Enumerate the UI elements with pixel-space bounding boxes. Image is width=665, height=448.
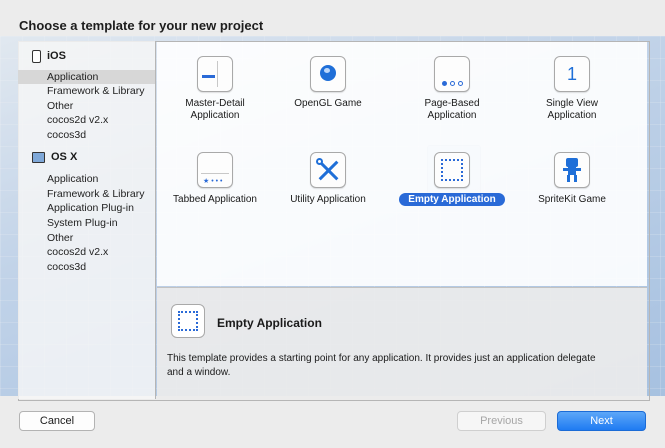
sidebar-section-ios[interactable]: iOS xyxy=(32,47,66,65)
tabbed-icon: ★ • • • xyxy=(197,152,233,188)
template-empty-application[interactable]: Empty Application xyxy=(395,145,509,206)
sidebar-item-ios-cocos2d[interactable]: cocos2d v2.x xyxy=(18,113,155,127)
empty-app-preview-icon xyxy=(171,304,205,338)
template-tabbed-label: Tabbed Application xyxy=(173,194,257,205)
template-single-view-label: Single View Application xyxy=(545,98,599,121)
sidebar-item-osx-other[interactable]: Other xyxy=(18,231,155,245)
iphone-icon xyxy=(32,49,41,63)
sidebar-section-ios-label: iOS xyxy=(47,50,66,62)
sidebar-item-ios-other[interactable]: Other xyxy=(18,99,155,113)
utility-icon xyxy=(310,152,346,188)
page-based-icon xyxy=(434,56,470,92)
platform-sidebar: iOS Application Framework & Library Othe… xyxy=(18,41,156,399)
template-spritekit-label: SpriteKit Game xyxy=(538,194,606,205)
template-utility[interactable]: Utility Application xyxy=(281,152,375,206)
sidebar-item-ios-framework-library[interactable]: Framework & Library xyxy=(18,84,155,98)
template-master-detail-label: Master-Detail Application xyxy=(185,98,245,121)
template-empty-application-label: Empty Application xyxy=(395,193,509,206)
empty-app-icon xyxy=(427,145,481,199)
sidebar-section-osx[interactable]: OS X xyxy=(32,148,77,166)
sidebar-item-ios-cocos3d[interactable]: cocos3d xyxy=(18,128,155,142)
template-page-based[interactable]: Page-Based Application xyxy=(403,56,501,122)
template-grid: Master-Detail Application OpenGL Game Pag… xyxy=(157,42,647,286)
sidebar-item-osx-framework-library[interactable]: Framework & Library xyxy=(18,187,155,201)
sidebar-item-osx-cocos3d[interactable]: cocos3d xyxy=(18,260,155,274)
sidebar-item-osx-application[interactable]: Application xyxy=(18,172,155,186)
template-utility-label: Utility Application xyxy=(290,194,366,205)
template-single-view[interactable]: 1 Single View Application xyxy=(527,56,617,122)
template-master-detail[interactable]: Master-Detail Application xyxy=(171,56,259,122)
next-button[interactable]: Next xyxy=(557,411,646,431)
spritekit-icon xyxy=(554,152,590,188)
cancel-button[interactable]: Cancel xyxy=(19,411,95,431)
sidebar-item-ios-application[interactable]: Application xyxy=(18,70,155,84)
opengl-icon xyxy=(310,56,346,92)
single-view-icon: 1 xyxy=(554,56,590,92)
template-opengl-game[interactable]: OpenGL Game xyxy=(283,56,373,110)
description-text: This template provides a starting point … xyxy=(167,353,596,378)
sidebar-section-osx-label: OS X xyxy=(51,151,78,163)
template-opengl-game-label: OpenGL Game xyxy=(294,98,362,109)
template-tabbed[interactable]: ★ • • • Tabbed Application xyxy=(163,152,267,206)
dialog-title: Choose a template for your new project xyxy=(19,18,264,33)
template-page-based-label: Page-Based Application xyxy=(424,98,480,121)
master-detail-icon xyxy=(197,56,233,92)
description-title: Empty Application xyxy=(217,316,322,330)
sidebar-item-osx-cocos2d[interactable]: cocos2d v2.x xyxy=(18,245,155,259)
sidebar-item-osx-system-plugin[interactable]: System Plug-in xyxy=(18,216,155,230)
sidebar-item-osx-application-plugin[interactable]: Application Plug-in xyxy=(18,201,155,215)
mac-icon xyxy=(32,151,45,163)
template-spritekit[interactable]: SpriteKit Game xyxy=(527,152,617,206)
template-description-panel: Empty Application This template provides… xyxy=(157,287,647,399)
previous-button[interactable]: Previous xyxy=(457,411,546,431)
